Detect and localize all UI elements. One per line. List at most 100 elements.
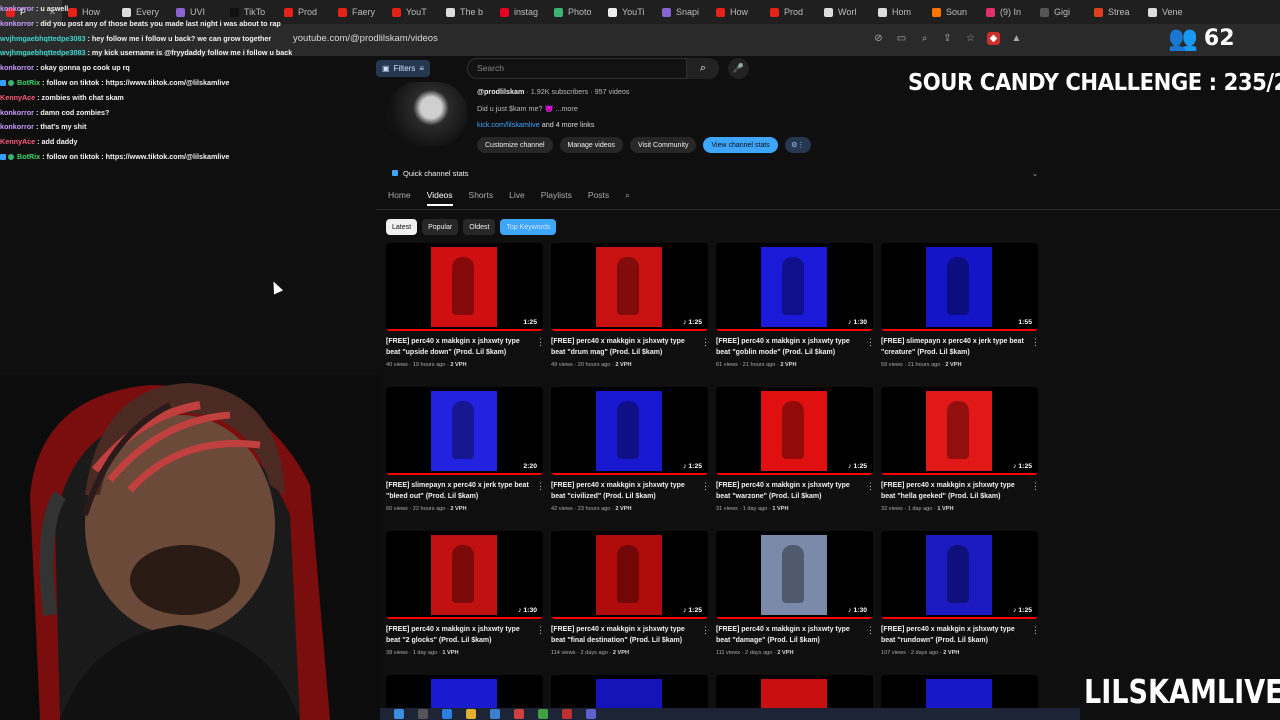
browser-tab[interactable]: How xyxy=(710,0,764,24)
browser-tab[interactable]: Strea xyxy=(1088,0,1142,24)
video-title[interactable]: [FREE] perc40 x makkgin x jshxwty type b… xyxy=(716,481,864,503)
quick-channel-stats[interactable]: Quick channel stats ⌄ xyxy=(386,165,1044,181)
video-thumbnail[interactable]: ♪ 1:25 xyxy=(551,243,708,331)
browser-tab[interactable]: Snapi xyxy=(656,0,710,24)
video-views: 32 views xyxy=(881,506,903,512)
video-title[interactable]: [FREE] perc40 x makkgin x jshxwty type b… xyxy=(881,625,1029,647)
browser-tab[interactable]: Prod xyxy=(764,0,818,24)
start-icon[interactable] xyxy=(394,709,404,719)
video-title[interactable]: [FREE] perc40 x makkgin x jshxwty type b… xyxy=(881,481,1029,503)
browser-tab[interactable]: Hom xyxy=(872,0,926,24)
browser-tab[interactable]: YouT xyxy=(386,0,440,24)
edge-icon[interactable] xyxy=(442,709,452,719)
video-thumbnail[interactable]: 2:20 xyxy=(386,387,543,475)
video-thumbnail[interactable]: ♪ 1:30 xyxy=(716,531,873,619)
video-thumbnail[interactable]: 1:55 xyxy=(881,243,1038,331)
chip-latest[interactable]: Latest xyxy=(386,219,418,235)
browser-tab[interactable]: instag xyxy=(494,0,548,24)
chip-popular[interactable]: Popular xyxy=(422,219,459,235)
video-title[interactable]: [FREE] slimepayn x perc40 x jerk type be… xyxy=(386,481,534,503)
search-taskbar-icon[interactable] xyxy=(418,709,428,719)
more-options-icon[interactable]: ⋮ xyxy=(1031,337,1040,348)
video-title[interactable]: [FREE] perc40 x makkgin x jshxwty type b… xyxy=(551,337,699,359)
browser-tab[interactable]: Faery xyxy=(332,0,386,24)
video-views: 40 views xyxy=(386,362,408,368)
video-title[interactable]: [FREE] slimepayn x perc40 x jerk type be… xyxy=(881,337,1029,359)
channel-description[interactable]: Did u just $kam me? 😈 ...more xyxy=(477,104,578,113)
channel-link[interactable]: kick.com/lilskamlive xyxy=(477,120,540,129)
more-options-icon[interactable]: ⋮ xyxy=(866,337,875,348)
channel-avatar[interactable] xyxy=(386,82,468,146)
video-thumbnail[interactable]: ♪ 1:25 xyxy=(881,387,1038,475)
browser-tab[interactable]: (9) In xyxy=(980,0,1034,24)
more-options-icon[interactable]: ⋮ xyxy=(1031,625,1040,636)
channel-search-icon[interactable]: ⌕ xyxy=(625,190,630,206)
tab-home[interactable]: Home xyxy=(388,190,411,206)
cast-icon[interactable]: ▭ xyxy=(895,32,908,45)
app-icon[interactable] xyxy=(514,709,524,719)
voice-search-button[interactable]: 🎤 xyxy=(728,58,749,79)
view-channel-stats-button[interactable]: View channel stats xyxy=(703,137,778,153)
tab-label: Gigi xyxy=(1054,7,1071,17)
video-title[interactable]: [FREE] perc40 x makkgin x jshxwty type b… xyxy=(716,337,864,359)
more-options-icon[interactable]: ⋮ xyxy=(1031,481,1040,492)
more-options-icon[interactable]: ⋮ xyxy=(536,481,545,492)
more-options-icon[interactable]: ⋮ xyxy=(701,337,710,348)
browser-tab[interactable]: Worl xyxy=(818,0,872,24)
video-meta: 114 views · 2 days ago · 2 VPH xyxy=(551,650,629,656)
extension-icon[interactable]: ◆ xyxy=(987,32,1000,45)
star-icon[interactable]: ☆ xyxy=(964,32,977,45)
browser-tab[interactable]: Soun xyxy=(926,0,980,24)
manage-videos-button[interactable]: Manage videos xyxy=(559,137,624,153)
video-title[interactable]: [FREE] perc40 x makkgin x jshxwty type b… xyxy=(551,625,699,647)
chip-top-keywords[interactable]: Top Keywords xyxy=(500,219,557,235)
folder-icon[interactable] xyxy=(466,709,476,719)
browser-tab[interactable]: The b xyxy=(440,0,494,24)
filters-button[interactable]: ▣ Filters ≡ xyxy=(376,60,431,77)
customize-channel-button[interactable]: Customize channel xyxy=(477,137,553,153)
tab-posts[interactable]: Posts xyxy=(588,190,609,206)
video-title[interactable]: [FREE] perc40 x makkgin x jshxwty type b… xyxy=(386,625,534,647)
search-input[interactable]: Search xyxy=(467,58,687,79)
browser-tab[interactable]: Photo xyxy=(548,0,602,24)
browser-tab[interactable]: Vene xyxy=(1142,0,1196,24)
video-age: 21 hours ago xyxy=(742,362,776,368)
more-options-icon[interactable]: ⋮ xyxy=(866,625,875,636)
visit-community-button[interactable]: Visit Community xyxy=(630,137,697,153)
video-age: 22 hours ago xyxy=(412,506,446,512)
app-icon[interactable] xyxy=(586,709,596,719)
more-options-icon[interactable]: ⋮ xyxy=(536,625,545,636)
tab-live[interactable]: Live xyxy=(509,190,525,206)
video-title[interactable]: [FREE] perc40 x makkgin x jshxwty type b… xyxy=(716,625,864,647)
more-options-icon[interactable]: ⋮ xyxy=(701,625,710,636)
more-options-icon[interactable]: ⋮ xyxy=(536,337,545,348)
app-icon[interactable] xyxy=(562,709,572,719)
video-thumbnail[interactable]: ♪ 1:30 xyxy=(386,531,543,619)
video-thumbnail[interactable]: ♪ 1:25 xyxy=(881,531,1038,619)
zoom-icon[interactable]: ⌕ xyxy=(918,32,931,45)
video-thumbnail[interactable]: ♪ 1:25 xyxy=(716,387,873,475)
tab-shorts[interactable]: Shorts xyxy=(469,190,494,206)
more-options-icon[interactable]: ⋮ xyxy=(701,481,710,492)
channel-links: kick.com/lilskamlive and 4 more links xyxy=(477,120,594,129)
video-title[interactable]: [FREE] perc40 x makkgin x jshxwty type b… xyxy=(386,337,534,359)
app-icon[interactable] xyxy=(538,709,548,719)
share-icon[interactable]: ⇪ xyxy=(941,32,954,45)
extension-toggle-button[interactable]: ⚙⋮ xyxy=(784,137,811,153)
search-button[interactable]: ⌕ xyxy=(687,58,719,79)
tab-playlists[interactable]: Playlists xyxy=(541,190,572,206)
chip-oldest[interactable]: Oldest xyxy=(463,219,496,235)
video-title[interactable]: [FREE] perc40 x makkgin x jshxwty type b… xyxy=(551,481,699,503)
video-thumbnail[interactable]: ♪ 1:25 xyxy=(551,531,708,619)
video-thumbnail[interactable]: 1:25 xyxy=(386,243,543,331)
app-icon[interactable] xyxy=(490,709,500,719)
browser-tab[interactable]: Gigi xyxy=(1034,0,1088,24)
tab-videos[interactable]: Videos xyxy=(426,190,453,206)
more-options-icon[interactable]: ⋮ xyxy=(866,481,875,492)
browser-tab[interactable]: YouTi xyxy=(602,0,656,24)
video-thumbnail[interactable]: ♪ 1:25 xyxy=(551,387,708,475)
mute-icon[interactable]: ⊘ xyxy=(872,32,885,45)
more-links[interactable]: and 4 more links xyxy=(540,120,595,129)
video-thumbnail[interactable]: ♪ 1:30 xyxy=(716,243,873,331)
alert-icon[interactable]: ▲ xyxy=(1010,32,1023,45)
